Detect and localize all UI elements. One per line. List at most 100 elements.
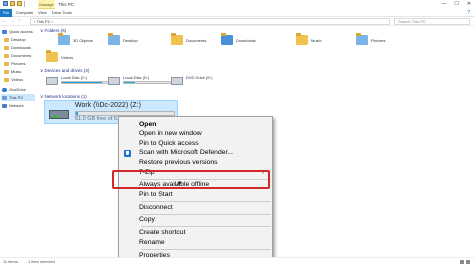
large-icons-view-icon[interactable]	[466, 260, 470, 264]
network-icon	[2, 103, 7, 108]
folder-icon	[221, 33, 233, 45]
folder-downloads[interactable]: Downloads	[221, 33, 256, 45]
sidebar-item-label: This PC	[9, 95, 24, 100]
new-folder-icon[interactable]	[17, 1, 22, 6]
menu-item-open-new-window[interactable]: Open in new window	[139, 130, 202, 138]
folder-icon	[108, 33, 120, 45]
quick-access-toolbar	[3, 1, 25, 7]
folder-3d-objects[interactable]: 3D Objects	[58, 33, 93, 45]
up-arrow-icon[interactable]: ↑	[18, 17, 21, 26]
folder-videos[interactable]: Videos	[46, 50, 74, 62]
menu-item-restore-versions[interactable]: Restore previous versions	[139, 159, 218, 167]
status-item-count: 11 items	[3, 259, 18, 264]
manage-tab[interactable]: Manage	[38, 0, 55, 9]
sidebar-item-quick-access[interactable]: Quick access	[2, 28, 33, 35]
help-icon[interactable]: ?	[467, 9, 470, 17]
folder-icon	[4, 61, 9, 66]
search-input[interactable]: Search This PC	[394, 18, 470, 25]
sidebar-item-label: Music	[11, 69, 22, 74]
drive-label: DVD Drive (E:)	[186, 75, 213, 80]
tab-computer[interactable]: Computer	[16, 9, 34, 17]
details-view-icon[interactable]	[460, 260, 464, 264]
folder-icon	[4, 37, 9, 42]
drive-info: DVD Drive (E:)	[186, 75, 212, 85]
menu-separator	[141, 249, 271, 250]
drive-usage-bar	[123, 81, 178, 84]
sidebar-item-desktop[interactable]: Desktop	[4, 36, 26, 43]
folder-icon	[4, 53, 9, 58]
sidebar-item-network[interactable]: Network	[2, 102, 24, 109]
maximize-button[interactable]: ☐	[454, 0, 458, 9]
drive-label: Local Disk (D:)	[123, 75, 150, 80]
menu-item-pin-start[interactable]: Pin to Start	[139, 191, 173, 199]
sidebar-item-documents[interactable]: Documents	[4, 52, 31, 59]
folder-music[interactable]: Music	[296, 33, 321, 45]
drive-c[interactable]: Local Disk (C:)	[46, 75, 116, 85]
status-selection: 1 item selected	[28, 259, 55, 264]
network-drive-icon	[49, 110, 69, 119]
menu-item-scan-defender[interactable]: Scan with Microsoft Defender...	[139, 149, 233, 157]
sidebar-item-onedrive[interactable]: OneDrive	[2, 86, 26, 93]
folder-icon	[46, 50, 58, 62]
sidebar-item-label: Network	[9, 103, 24, 108]
drive-usage-fill	[62, 82, 102, 83]
view-toggle	[460, 260, 470, 264]
menu-separator	[141, 226, 271, 227]
folder-icon	[4, 69, 9, 74]
cloud-icon	[2, 87, 7, 92]
tab-view[interactable]: View	[38, 9, 47, 17]
disconnect-highlight-box	[112, 170, 270, 189]
menu-item-rename[interactable]: Rename	[139, 239, 165, 247]
address-input[interactable]: › This PC ›	[30, 18, 390, 25]
folder-pictures[interactable]: Pictures	[356, 33, 385, 45]
sidebar-item-downloads[interactable]: Downloads	[4, 44, 31, 51]
sidebar-item-pictures[interactable]: Pictures	[4, 60, 25, 67]
folder-label: Documents	[186, 37, 207, 43]
drive-usage-fill	[124, 82, 135, 83]
menu-item-pin-quick-access[interactable]: Pin to Quick access	[139, 140, 199, 148]
tab-file[interactable]: File	[0, 9, 12, 17]
pc-icon	[2, 95, 7, 100]
minimize-button[interactable]: —	[441, 0, 446, 9]
menu-item-copy[interactable]: Copy	[139, 216, 155, 224]
navigation-pane: Quick access Desktop Downloads Documents…	[0, 27, 36, 257]
ribbon: File Computer View Drive Tools ?	[0, 9, 474, 17]
computer-icon	[3, 1, 8, 6]
folder-icon	[58, 33, 70, 45]
back-arrow-icon[interactable]: ←	[2, 17, 7, 26]
folder-desktop[interactable]: Desktop	[108, 33, 138, 45]
hard-drive-icon	[108, 77, 120, 85]
star-icon	[2, 29, 7, 34]
menu-separator	[141, 214, 271, 215]
folder-label: Videos	[61, 54, 74, 60]
shield-icon	[124, 150, 131, 157]
menu-item-disconnect[interactable]: Disconnect	[139, 204, 173, 212]
mouse-cursor-icon: ➚	[175, 179, 182, 188]
drive-info: Local Disk (D:)	[123, 75, 178, 85]
sidebar-item-this-pc[interactable]: This PC	[1, 94, 35, 101]
hard-drive-icon	[46, 77, 58, 85]
devices-section-header[interactable]: ∨ Devices and drives (3)	[40, 68, 89, 74]
dvd-drive-icon	[171, 77, 183, 85]
title-bar: Manage This PC — ☐ ✕	[0, 0, 474, 9]
forward-arrow-icon[interactable]: →	[10, 17, 15, 26]
menu-item-open[interactable]: Open	[139, 121, 156, 129]
folder-documents[interactable]: Documents	[171, 33, 207, 45]
separator	[24, 1, 25, 7]
sidebar-item-videos[interactable]: Videos	[4, 76, 23, 83]
status-bar: 11 items 1 item selected	[0, 257, 474, 266]
menu-item-create-shortcut[interactable]: Create shortcut	[139, 229, 185, 237]
tab-drive-tools[interactable]: Drive Tools	[52, 9, 72, 17]
drive-e[interactable]: DVD Drive (E:)	[171, 75, 212, 85]
folder-icon	[4, 45, 9, 50]
folder-label: 3D Objects	[73, 37, 93, 43]
sidebar-item-music[interactable]: Music	[4, 68, 21, 75]
address-bar-row: ← → ↑ › This PC › Search This PC	[0, 17, 474, 26]
drive-d[interactable]: Local Disk (D:)	[108, 75, 178, 85]
close-button[interactable]: ✕	[467, 0, 471, 9]
menu-separator	[141, 201, 271, 202]
sidebar-item-label: Documents	[11, 53, 32, 58]
properties-icon[interactable]	[10, 1, 15, 6]
folder-icon	[296, 33, 308, 45]
folder-icon	[171, 33, 183, 45]
